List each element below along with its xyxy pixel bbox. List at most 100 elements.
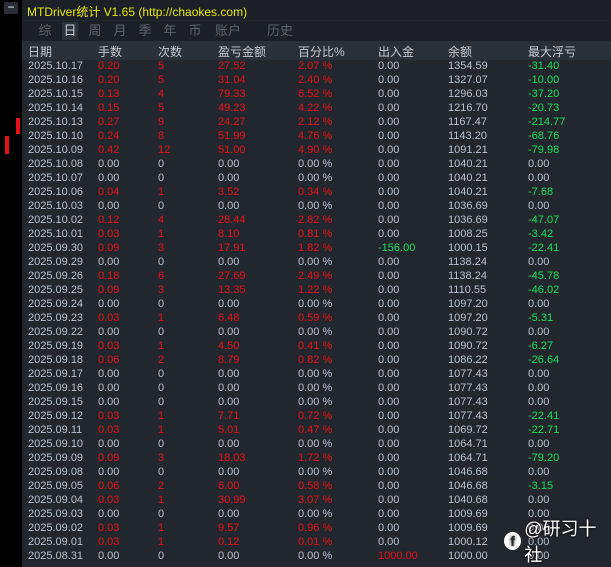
header-count[interactable]: 次数	[158, 43, 182, 60]
tab-0[interactable]: 综	[37, 22, 53, 40]
cell-balance: 1110.55	[448, 284, 487, 296]
cell-max-drawdown: -6.27	[528, 340, 554, 352]
cell-date: 2025.09.26	[28, 270, 84, 282]
table-row: 2025.09.26 0.18 6 27.69 2.49 % 0.00 1138.24 -45…	[22, 269, 611, 283]
cell-pnl: 8.10	[218, 228, 240, 240]
table-row: 2025.10.16 0.20 5 31.04 2.40 % 0.00 1327.07 -10…	[22, 73, 611, 87]
cell-pnl: 0.00	[218, 550, 240, 562]
cell-count: 1	[158, 536, 165, 548]
cell-percent: 2.49 %	[298, 270, 333, 282]
cell-deposit: 0.00	[378, 298, 400, 310]
cell-pnl: 0.12	[218, 536, 240, 548]
cell-percent: 0.01 %	[298, 536, 333, 548]
header-balance[interactable]: 余额	[448, 43, 472, 60]
cell-date: 2025.09.17	[28, 368, 84, 380]
tab-7[interactable]: 账户	[212, 22, 244, 40]
cell-date: 2025.08.31	[28, 550, 84, 562]
cell-balance: 1138.24	[448, 270, 487, 282]
cell-count: 5	[158, 74, 165, 86]
cell-pnl: 0.00	[218, 158, 240, 170]
cell-pnl: 28.44	[218, 214, 246, 226]
cell-lots: 0.00	[98, 550, 120, 562]
cell-percent: 0.00 %	[298, 368, 333, 380]
cell-date: 2025.10.07	[28, 172, 84, 184]
cell-count: 1	[158, 312, 165, 324]
table-row: 2025.09.05 0.06 2 6.00 0.58 % 0.00 1046.68 -3.1…	[22, 479, 611, 493]
tab-5[interactable]: 年	[162, 22, 178, 40]
cell-deposit: 0.00	[378, 410, 400, 422]
cell-pnl: 7.71	[218, 410, 240, 422]
cell-count: 0	[158, 158, 165, 170]
cell-deposit: 0.00	[378, 480, 400, 492]
table-row: 2025.10.15 0.13 4 79.33 6.52 % 0.00 1296.03 -37…	[22, 87, 611, 101]
cell-date: 2025.10.08	[28, 158, 84, 170]
cell-count: 0	[158, 256, 165, 268]
cell-date: 2025.10.06	[28, 186, 84, 198]
cell-lots: 0.00	[98, 438, 120, 450]
cell-percent: 0.00 %	[298, 382, 333, 394]
watermark: f @研习十社	[504, 515, 611, 567]
header-percent[interactable]: 百分比%	[298, 43, 345, 60]
cell-balance: 1167.47	[448, 116, 487, 128]
cell-balance: 1040.21	[448, 158, 488, 170]
cell-count: 1	[158, 186, 165, 198]
cell-percent: 0.00 %	[298, 396, 333, 408]
header-deposit[interactable]: 出入金	[378, 43, 414, 60]
cell-deposit: 0.00	[378, 130, 400, 142]
table-row: 2025.09.17 0.00 0 0.00 0.00 % 0.00 1077.43 0.00	[22, 367, 611, 381]
cell-deposit: 0.00	[378, 172, 400, 184]
cell-count: 2	[158, 354, 165, 366]
cell-deposit: 0.00	[378, 312, 400, 324]
cell-date: 2025.10.17	[28, 60, 84, 72]
cell-balance: 1040.21	[448, 186, 488, 198]
cell-pnl: 3.52	[218, 186, 240, 198]
cell-count: 1	[158, 340, 165, 352]
cell-pnl: 27.69	[218, 270, 246, 282]
header-date[interactable]: 日期	[28, 43, 52, 60]
header-pnl[interactable]: 盈亏金额	[218, 43, 266, 60]
candle-icon	[5, 136, 9, 154]
tab-6[interactable]: 币	[187, 22, 203, 40]
table-row: 2025.09.30 0.09 3 17.91 1.82 % -156.00 1000.15…	[22, 241, 611, 255]
cell-deposit: 0.00	[378, 452, 400, 464]
cell-deposit: 0.00	[378, 354, 400, 366]
cell-max-drawdown: 0.00	[528, 466, 550, 478]
cell-count: 9	[158, 116, 165, 128]
tab-3[interactable]: 月	[112, 22, 128, 40]
cell-balance: 1143.20	[448, 130, 487, 142]
cell-lots: 0.06	[98, 354, 120, 366]
cell-balance: 1090.72	[448, 340, 488, 352]
cell-lots: 0.03	[98, 228, 120, 240]
cell-lots: 0.00	[98, 368, 120, 380]
cell-max-drawdown: -45.78	[528, 270, 560, 282]
table-row: 2025.09.19 0.03 1 4.50 0.41 % 0.00 1090.72 -6.2…	[22, 339, 611, 353]
candle-icon	[16, 118, 20, 134]
cell-lots: 0.12	[98, 214, 120, 226]
cell-date: 2025.09.15	[28, 396, 84, 408]
cell-count: 0	[158, 396, 165, 408]
cell-percent: 3.07 %	[298, 494, 333, 506]
cell-date: 2025.09.11	[28, 424, 83, 436]
cell-percent: 0.58 %	[298, 480, 333, 492]
cell-percent: 2.12 %	[298, 116, 333, 128]
tab-8[interactable]: 历史	[264, 22, 296, 40]
tab-1[interactable]: 日	[62, 22, 78, 40]
cell-count: 0	[158, 298, 165, 310]
minimize-button[interactable]: −	[4, 1, 18, 14]
cell-count: 1	[158, 494, 165, 506]
cell-max-drawdown: -20.73	[528, 102, 560, 114]
cell-pnl: 0.00	[218, 466, 240, 478]
cell-deposit: 0.00	[378, 228, 400, 240]
tab-4[interactable]: 季	[137, 22, 153, 40]
header-lots[interactable]: 手数	[98, 43, 122, 60]
cell-max-drawdown: -214.77	[528, 116, 566, 128]
table-row: 2025.10.07 0.00 0 0.00 0.00 % 0.00 1040.21 0.00	[22, 171, 611, 185]
cell-deposit: 0.00	[378, 256, 400, 268]
cell-lots: 0.00	[98, 396, 120, 408]
cell-count: 0	[158, 466, 165, 478]
cell-date: 2025.09.24	[28, 298, 84, 310]
header-max-drawdown[interactable]: 最大浮亏	[528, 43, 576, 60]
cell-percent: 0.81 %	[298, 228, 333, 240]
cell-pnl: 9.57	[218, 522, 240, 534]
tab-2[interactable]: 周	[87, 22, 103, 40]
